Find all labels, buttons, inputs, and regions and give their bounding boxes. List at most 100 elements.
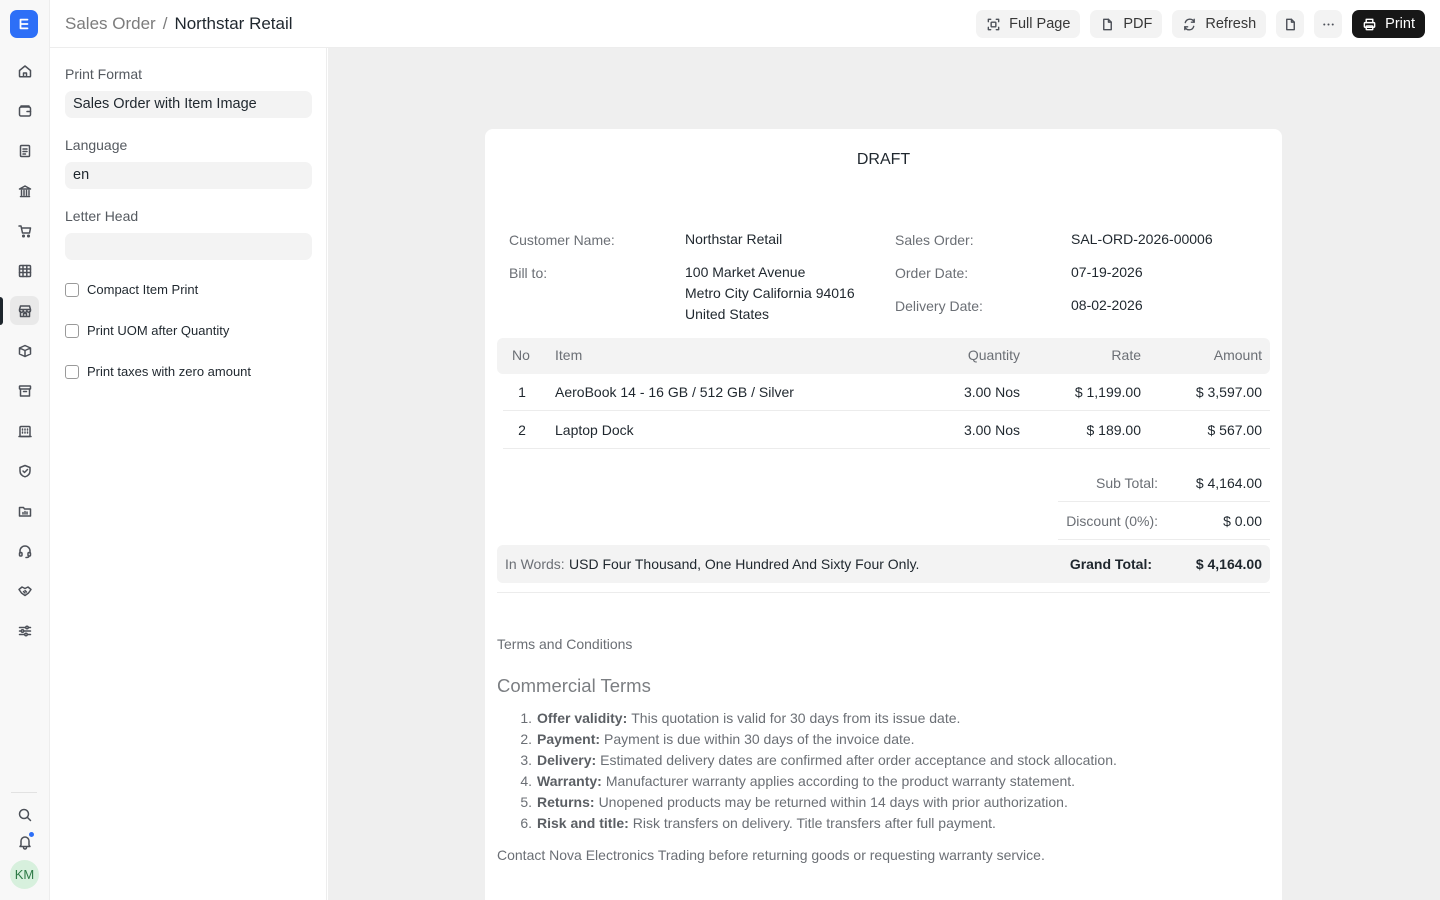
- document-icon[interactable]: [10, 136, 39, 165]
- term-text: Estimated delivery dates are confirmed a…: [600, 752, 1117, 768]
- shield-icon[interactable]: [10, 456, 39, 485]
- row-2-quantity: 3.00 Nos: [963, 422, 1020, 438]
- compact-item-print-checkbox[interactable]: Compact Item Print: [65, 282, 198, 297]
- list-number: 3.: [520, 752, 532, 768]
- breadcrumb-parent[interactable]: Sales Order: [65, 14, 156, 34]
- wallet-icon[interactable]: [10, 96, 39, 125]
- print-uom-checkbox[interactable]: Print UOM after Quantity: [65, 323, 229, 338]
- terms-heading: Commercial Terms: [497, 675, 651, 696]
- totals-divider: [1058, 501, 1270, 502]
- print-button[interactable]: Print: [1352, 10, 1425, 38]
- term-title: Returns:: [537, 794, 595, 810]
- full-page-label: Full Page: [1009, 16, 1071, 32]
- breadcrumb-separator: /: [162, 14, 168, 33]
- bill-to-line-1: 100 Market Avenue: [685, 264, 806, 280]
- print-format-select[interactable]: Sales Order with Item Image: [65, 91, 312, 118]
- list-item: 1. Offer validity: This quotation is valid…: [497, 710, 1257, 731]
- list-item: 2. Payment: Payment is due within 30 days …: [497, 731, 1257, 752]
- sliders-icon[interactable]: [10, 616, 39, 645]
- customer-name-label: Customer Name:: [509, 232, 615, 248]
- checkbox-label: Print taxes with zero amount: [87, 364, 252, 379]
- term-title: Warranty:: [537, 773, 602, 789]
- new-document-button[interactable]: [1276, 10, 1305, 38]
- home-icon[interactable]: [10, 56, 39, 85]
- printer-icon: [1363, 18, 1376, 30]
- list-item: 6. Risk and title: Risk transfers on deliv…: [497, 815, 1257, 836]
- column-rate: Rate: [1111, 347, 1141, 363]
- term-text: Risk transfers on delivery. Title transf…: [632, 815, 996, 831]
- bank-icon[interactable]: [10, 176, 39, 205]
- term-title: Offer validity:: [537, 710, 628, 726]
- column-amount: Amount: [1213, 347, 1262, 363]
- folder-chart-icon[interactable]: [10, 496, 39, 525]
- terms-title: Terms and Conditions: [497, 636, 633, 652]
- list-number: 5.: [520, 794, 532, 810]
- list-number: 6.: [520, 815, 532, 831]
- headset-icon[interactable]: [10, 536, 39, 565]
- language-select[interactable]: en: [65, 162, 312, 189]
- totals-divider: [1058, 539, 1270, 540]
- avatar[interactable]: KM: [10, 860, 39, 889]
- contact-note: Contact Nova Electronics Trading before …: [497, 847, 1045, 863]
- toolbar: Full Page PDF Refresh Print: [976, 10, 1425, 38]
- breadcrumb-current: Northstar Retail: [174, 14, 293, 33]
- list-number: 4.: [520, 773, 532, 789]
- print-label: Print: [1385, 16, 1415, 32]
- breadcrumb: Sales Order / Northstar Retail: [65, 14, 293, 34]
- items-table-header: [497, 338, 1270, 374]
- order-date-value: 07-19-2026: [1071, 264, 1143, 280]
- table-icon[interactable]: [10, 256, 39, 285]
- active-indicator: [0, 297, 3, 325]
- checkbox[interactable]: [65, 282, 79, 297]
- letter-head-label: Letter Head: [65, 208, 139, 224]
- section-divider: [497, 592, 1270, 593]
- in-words-label: In Words:: [505, 556, 565, 572]
- pdf-label: PDF: [1123, 16, 1153, 32]
- sub-total-value: $ 4,164.00: [1195, 475, 1262, 491]
- store-icon[interactable]: [10, 296, 39, 325]
- bell-icon[interactable]: [10, 827, 39, 856]
- row-2-no: 2: [518, 422, 526, 438]
- list-item: 5. Returns: Unopened products may be retur…: [497, 794, 1257, 815]
- discount-label: Discount (0%):: [1066, 513, 1158, 529]
- refresh-button[interactable]: Refresh: [1172, 10, 1267, 38]
- row-1-rate: $ 1,199.00: [1074, 384, 1141, 400]
- more-icon: [1322, 22, 1334, 26]
- archive-icon[interactable]: [10, 376, 39, 405]
- term-text: Unopened products may be returned within…: [598, 794, 1068, 810]
- bill-to-line-3: United States: [685, 306, 770, 322]
- app-logo[interactable]: [10, 10, 38, 38]
- discount-value: $ 0.00: [1223, 513, 1262, 529]
- more-button[interactable]: [1314, 10, 1343, 38]
- full-page-button[interactable]: Full Page: [976, 10, 1081, 38]
- box-icon[interactable]: [10, 336, 39, 365]
- cart-icon[interactable]: [10, 216, 39, 245]
- search-icon[interactable]: [10, 800, 39, 829]
- row-2-rate: $ 189.00: [1086, 422, 1142, 438]
- row-1-amount: $ 3,597.00: [1195, 384, 1262, 400]
- expand-icon: [987, 18, 1000, 30]
- term-title: Delivery:: [537, 752, 597, 768]
- checkbox-label: Compact Item Print: [87, 282, 199, 297]
- checkbox[interactable]: [65, 364, 79, 379]
- print-zero-taxes-checkbox[interactable]: Print taxes with zero amount: [65, 364, 251, 379]
- print-preview[interactable]: DRAFT Customer Name: Northstar Retail Bi…: [328, 48, 1440, 900]
- pdf-button[interactable]: PDF: [1090, 10, 1163, 38]
- term-title: Payment:: [537, 731, 601, 747]
- row-divider: [503, 448, 1270, 449]
- grand-total-label: Grand Total:: [1069, 556, 1152, 572]
- refresh-label: Refresh: [1205, 16, 1257, 32]
- list-item: 3. Delivery: Estimated delivery dates are …: [497, 752, 1257, 773]
- handshake-icon[interactable]: [10, 576, 39, 605]
- checkbox[interactable]: [65, 323, 79, 338]
- building-icon[interactable]: [10, 416, 39, 445]
- sales-order-value: SAL-ORD-2026-00006: [1071, 231, 1213, 247]
- row-1-no: 1: [518, 384, 526, 400]
- top-bar: Sales Order / Northstar Retail Full Page…: [50, 0, 1440, 48]
- customer-name-value: Northstar Retail: [685, 231, 783, 247]
- row-2-amount: $ 567.00: [1207, 422, 1263, 438]
- rail-divider: [11, 792, 37, 793]
- document-page: DRAFT Customer Name: Northstar Retail Bi…: [485, 129, 1282, 900]
- letter-head-select[interactable]: [65, 233, 312, 260]
- list-number: 1.: [520, 710, 532, 726]
